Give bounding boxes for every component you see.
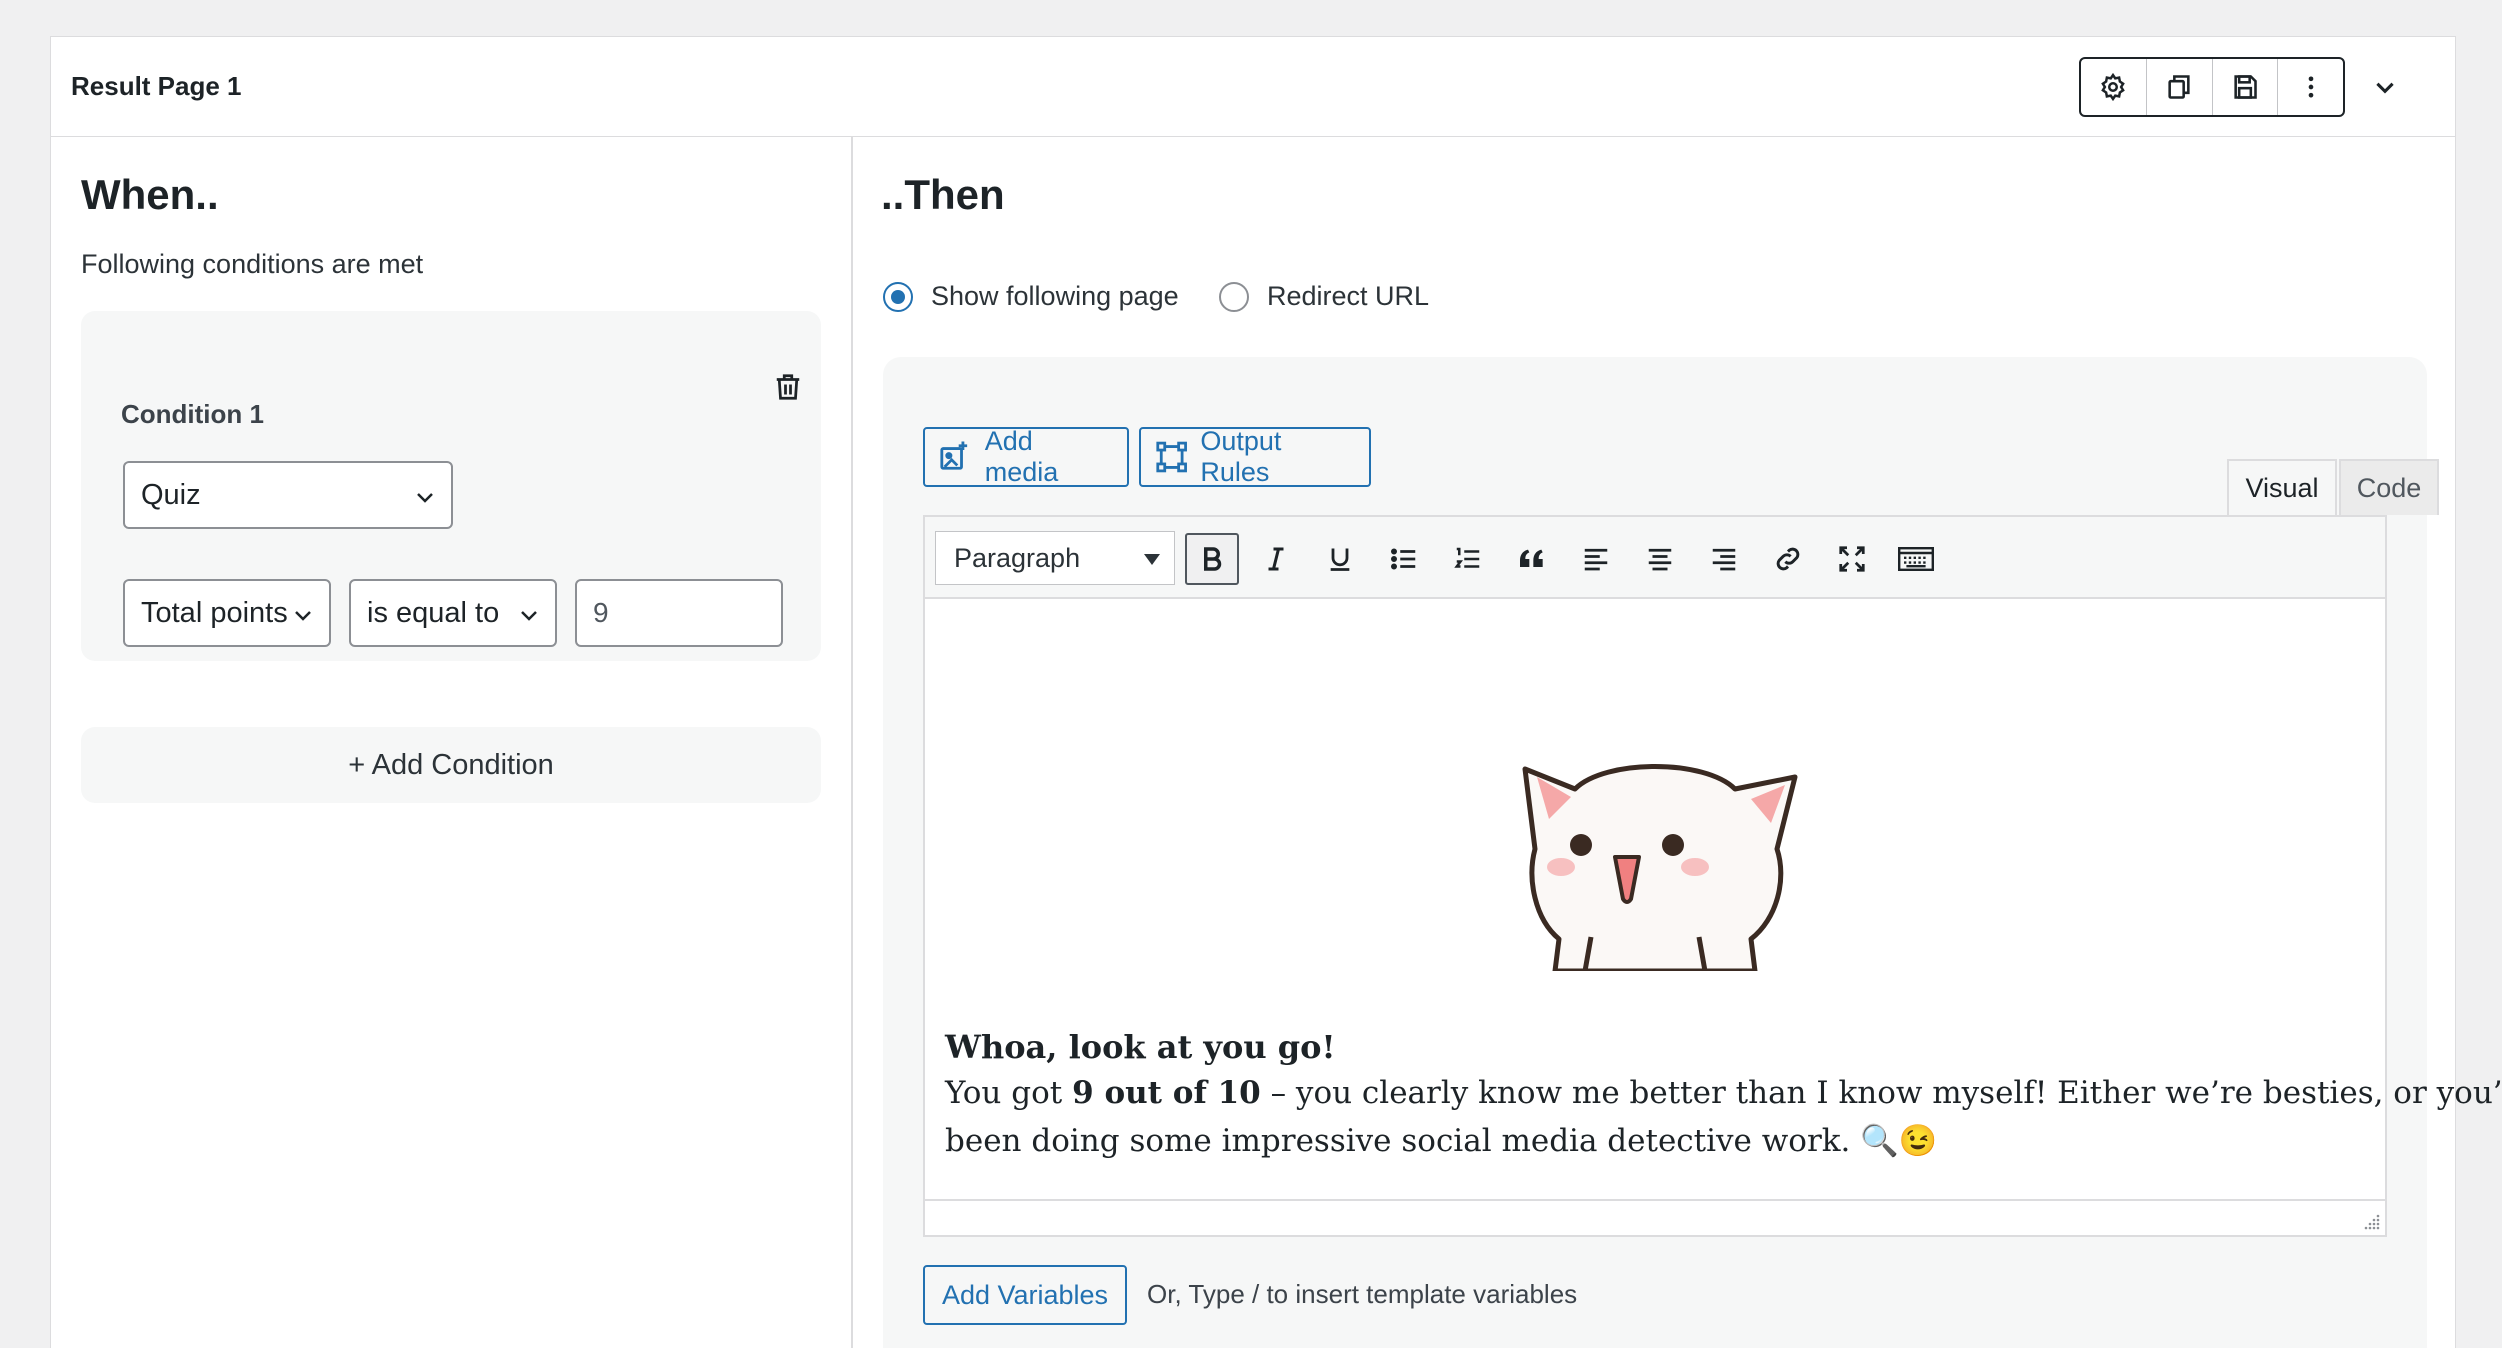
chevron-down-icon bbox=[2376, 82, 2394, 94]
tab-visual[interactable]: Visual bbox=[2227, 459, 2337, 515]
trash-icon bbox=[776, 374, 800, 400]
align-center-button[interactable] bbox=[1633, 533, 1687, 585]
align-center-icon bbox=[1648, 548, 1672, 571]
align-left-button[interactable] bbox=[1569, 533, 1623, 585]
content-line1-prefix: You got bbox=[945, 1075, 1073, 1111]
radio-unchecked-icon bbox=[1219, 281, 1249, 312]
field-select[interactable]: Total points bbox=[123, 579, 331, 647]
delete-condition-button[interactable] bbox=[773, 371, 803, 408]
then-heading: ..Then bbox=[881, 171, 1005, 218]
condition-title: Condition 1 bbox=[121, 399, 264, 429]
output-rules-label: Output Rules bbox=[1200, 426, 1282, 487]
fullscreen-button[interactable] bbox=[1825, 533, 1879, 585]
settings-button[interactable] bbox=[2081, 59, 2147, 115]
output-rules-icon bbox=[1156, 441, 1187, 473]
radio-show-page[interactable]: Show following page bbox=[883, 281, 1179, 312]
numbered-list-button[interactable] bbox=[1441, 533, 1495, 585]
radio-redirect-url[interactable]: Redirect URL bbox=[1219, 281, 1429, 312]
source-select[interactable]: Quiz bbox=[123, 461, 453, 529]
content-headline: Whoa, look at you go! bbox=[945, 1028, 1336, 1066]
add-variables-button[interactable]: Add Variables bbox=[923, 1265, 1127, 1325]
radio-redirect-label: Redirect URL bbox=[1267, 281, 1430, 311]
radio-show-label: Show following page bbox=[931, 281, 1179, 311]
condition-card: Condition 1 Quiz Total points is equal t… bbox=[81, 311, 821, 661]
page-actions-group bbox=[2079, 57, 2345, 117]
blockquote-icon bbox=[1520, 549, 1543, 567]
rich-text-editor: Paragraph Whoa, look at you go! You got … bbox=[923, 515, 2502, 1237]
page-content-area: Add media Output Rules Visual Code Parag… bbox=[883, 357, 2502, 1348]
tab-code[interactable]: Code bbox=[2339, 459, 2439, 515]
bold-icon bbox=[1204, 547, 1222, 571]
panel-header: Result Page 1 bbox=[51, 37, 2455, 137]
align-right-button[interactable] bbox=[1697, 533, 1751, 585]
page-title: Result Page 1 bbox=[71, 71, 242, 101]
italic-button[interactable] bbox=[1249, 533, 1303, 585]
when-subtitle: Following conditions are met bbox=[81, 249, 424, 279]
dropdown-triangle-icon bbox=[1144, 554, 1160, 565]
italic-icon bbox=[1268, 547, 1284, 571]
when-heading: When.. bbox=[81, 171, 219, 218]
underline-button[interactable] bbox=[1313, 533, 1367, 585]
bullet-list-button[interactable] bbox=[1377, 533, 1431, 585]
operator-select-value: is equal to bbox=[367, 596, 500, 629]
editor-toolbar: Paragraph bbox=[925, 517, 2385, 599]
editor-content[interactable]: Whoa, look at you go! You got 9 out of 1… bbox=[925, 599, 2502, 1197]
bullet-list-icon bbox=[1391, 548, 1416, 570]
field-select-value: Total points bbox=[141, 596, 288, 629]
radio-checked-icon bbox=[883, 281, 913, 312]
keyboard-toolbar-icon bbox=[1898, 547, 1934, 571]
toolbar-toggle-button[interactable] bbox=[1889, 533, 1943, 585]
format-select-value: Paragraph bbox=[954, 542, 1081, 573]
link-icon bbox=[1776, 547, 1800, 571]
resize-handle-icon[interactable] bbox=[2361, 1211, 2381, 1231]
align-right-icon bbox=[1712, 548, 1736, 571]
duplicate-icon bbox=[2168, 75, 2190, 99]
collapse-button[interactable] bbox=[2363, 65, 2407, 109]
add-condition-button[interactable]: + Add Condition bbox=[81, 727, 821, 803]
condition-value-input[interactable]: 9 bbox=[575, 579, 783, 647]
save-button[interactable] bbox=[2213, 59, 2279, 115]
blockquote-button[interactable] bbox=[1505, 533, 1559, 585]
chevron-down-icon bbox=[291, 603, 315, 627]
more-options-button[interactable] bbox=[2278, 59, 2343, 115]
cat-sticker-image bbox=[1522, 764, 1798, 971]
add-media-icon bbox=[940, 441, 968, 470]
more-vertical-icon bbox=[2308, 76, 2313, 98]
content-line1-rest: – you clearly know me better than I know… bbox=[1260, 1075, 2502, 1111]
content-line-1: You got 9 out of 10 – you clearly know m… bbox=[945, 1069, 2502, 1117]
column-divider bbox=[851, 137, 853, 1348]
output-rules-button[interactable]: Output Rules bbox=[1139, 426, 1371, 487]
chevron-down-icon bbox=[521, 611, 537, 621]
save-icon bbox=[2234, 75, 2257, 99]
content-line-2: been doing some impressive social media … bbox=[945, 1123, 1938, 1159]
variables-hint: Or, Type / to insert template variables bbox=[1147, 1279, 1578, 1309]
gear-icon bbox=[2101, 72, 2126, 102]
numbered-list-icon bbox=[1454, 547, 1480, 568]
underline-icon bbox=[1330, 548, 1350, 571]
operator-select[interactable]: is equal to bbox=[349, 579, 557, 647]
add-media-label: Add media bbox=[984, 426, 1059, 487]
result-page-panel: Result Page 1 When.. Following condition… bbox=[50, 36, 2502, 1348]
add-media-button[interactable]: Add media bbox=[923, 426, 1129, 487]
duplicate-button[interactable] bbox=[2147, 59, 2213, 115]
content-score: 9 out of 10 bbox=[1072, 1075, 1261, 1111]
align-left-icon bbox=[1584, 548, 1608, 571]
format-select[interactable]: Paragraph bbox=[935, 531, 1175, 585]
source-select-value: Quiz bbox=[141, 478, 201, 511]
chevron-down-icon bbox=[417, 493, 433, 503]
editor-statusbar bbox=[925, 1199, 2385, 1235]
insert-link-button[interactable] bbox=[1761, 533, 1815, 585]
fullscreen-icon bbox=[1839, 546, 1865, 572]
bold-button[interactable] bbox=[1185, 533, 1239, 585]
